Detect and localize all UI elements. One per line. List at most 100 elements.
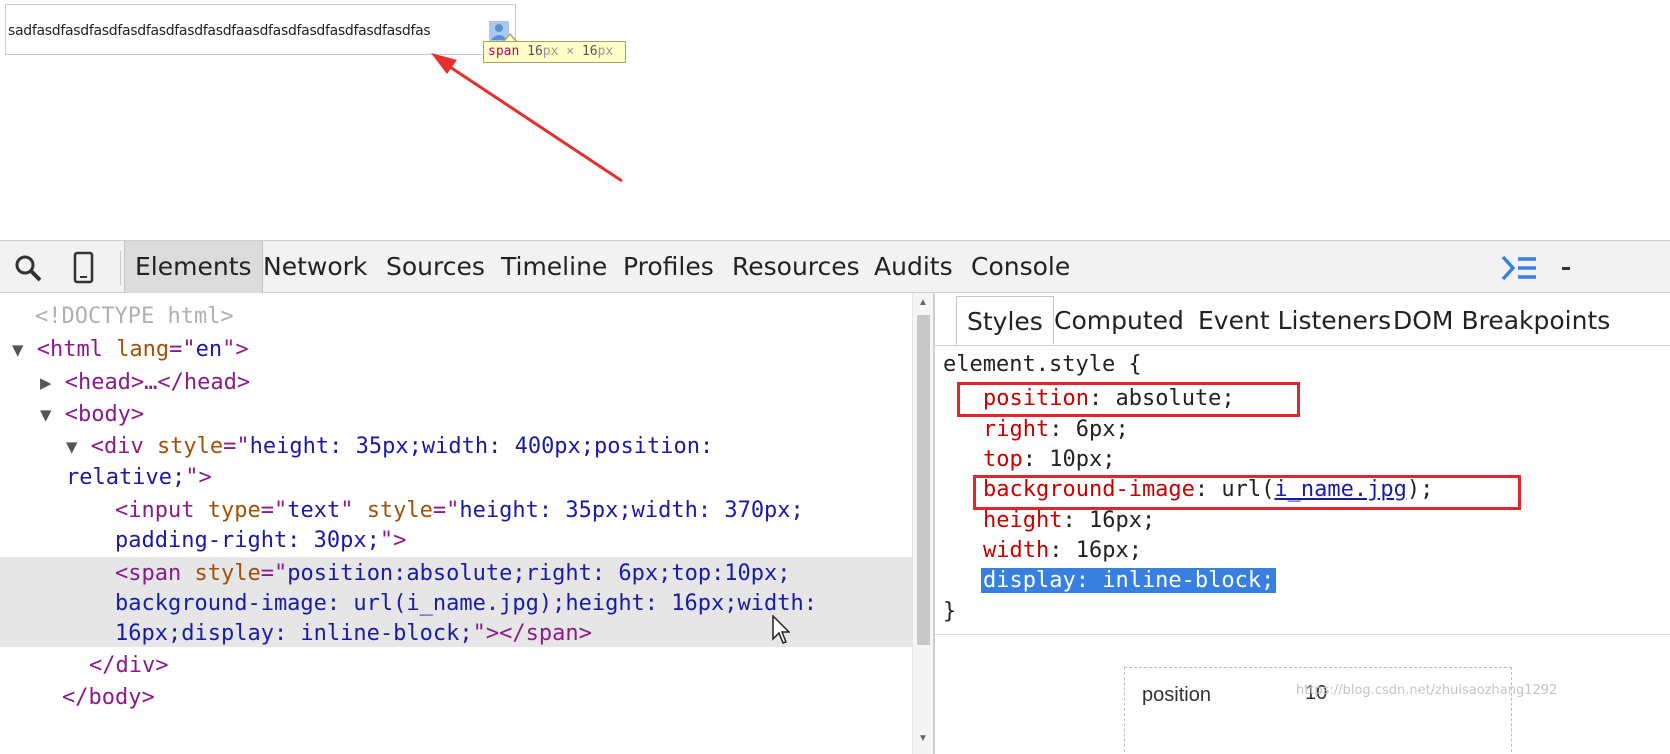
decl-height[interactable]: height: 16px; <box>983 506 1155 536</box>
dom-node-div[interactable]: ▼ <div style="height: 35px;width: 400px;… <box>66 432 713 462</box>
input-attr-style-value-1: height: 35px;width: 370px; <box>459 498 804 523</box>
decl-sep: : <box>1062 508 1089 533</box>
input-attr-eq-1: =" <box>260 498 288 523</box>
scroll-down-arrow-icon[interactable]: ▼ <box>918 733 928 744</box>
span-tag-end: "></span> <box>472 621 592 646</box>
decl-value: 10px; <box>1049 447 1116 472</box>
tab-sources[interactable]: Sources <box>386 241 485 293</box>
dom-tree-scrollbar[interactable]: ▲ ▼ <box>912 293 933 754</box>
decl-value: 6px; <box>1075 417 1129 442</box>
doctype-text: <!DOCTYPE html> <box>35 304 234 329</box>
head-tag: <head>…</head> <box>64 370 251 395</box>
decl-width[interactable]: width: 16px; <box>983 536 1142 566</box>
tab-computed[interactable]: Computed <box>1054 296 1184 345</box>
styles-section-divider <box>935 634 1670 635</box>
tab-elements[interactable]: Elements <box>124 241 263 293</box>
html-tag: <html <box>36 337 117 362</box>
dom-node-span-cont-1: background-image: url(i_name.jpg);height… <box>115 589 817 619</box>
expand-triangle-icon[interactable]: ▼ <box>40 404 51 426</box>
rule-selector[interactable]: element.style { <box>943 350 1142 380</box>
html-attr-value: en <box>195 337 223 362</box>
span-tag: <span <box>115 561 195 586</box>
input-attr-type: type <box>207 498 261 523</box>
tab-resources[interactable]: Resources <box>732 241 860 293</box>
dom-node-span-selected[interactable]: <span style="position:absolute;right: 6p… <box>115 559 791 589</box>
body-tag: <body> <box>64 402 145 427</box>
dom-node-div-close[interactable]: </div> <box>89 651 168 681</box>
tab-audits[interactable]: Audits <box>874 241 953 293</box>
decl-top[interactable]: top: 10px; <box>983 445 1115 475</box>
span-attr-value-1: position:absolute;right: 6px;top:10px; <box>287 561 791 586</box>
span-attr-value-2: background-image: url(i_name.jpg);height… <box>115 591 817 616</box>
tab-styles[interactable]: Styles <box>956 296 1054 345</box>
tab-timeline[interactable]: Timeline <box>501 241 607 293</box>
span-attr-value-3: 16px;display: inline-block; <box>115 621 473 646</box>
dom-node-head[interactable]: ▶ <head>…</head> <box>40 368 250 398</box>
selected-decl-text: display: inline-block; <box>981 568 1277 593</box>
html-attr-eq: =" <box>169 337 196 362</box>
input-attr-style-value-2: padding-right: 30px; <box>115 528 380 553</box>
decl-prop: height <box>983 508 1063 533</box>
devtools-toolbar: Elements Network Sources Timeline Profil… <box>0 240 1670 293</box>
decl-value: 16px; <box>1075 538 1142 563</box>
div-tag-end: "> <box>185 465 212 490</box>
rule-close-brace: } <box>943 599 957 624</box>
expand-triangle-icon[interactable]: ▼ <box>66 436 77 458</box>
devtools-panel: Elements Network Sources Timeline Profil… <box>0 240 1670 754</box>
html-tag-end: "> <box>222 337 249 362</box>
box-model-label: position <box>1142 684 1211 706</box>
annotation-box-position <box>957 382 1300 417</box>
input-attr-eq-2: =" <box>432 498 460 523</box>
tab-console[interactable]: Console <box>971 241 1070 293</box>
tab-event-listeners[interactable]: Event Listeners <box>1198 296 1391 345</box>
decl-prop: top <box>983 447 1023 472</box>
input-tag-end: "> <box>379 528 407 553</box>
div-tag: <div <box>90 434 157 459</box>
device-mode-icon[interactable] <box>68 251 100 285</box>
div-attr-value-1: height: 35px;width: 400px;position: <box>249 434 714 459</box>
box-model-diagram: position 10 <box>1124 667 1512 754</box>
tab-profiles[interactable]: Profiles <box>623 241 714 293</box>
annotation-box-background-image <box>973 475 1521 510</box>
div-attr-value-2: relative; <box>66 465 186 490</box>
decl-sep: : <box>1022 447 1050 472</box>
dom-node-input-cont: padding-right: 30px;"> <box>115 526 406 556</box>
decl-sep: : <box>1049 417 1076 442</box>
decl-display-selected[interactable]: display: inline-block; <box>981 566 1277 596</box>
input-tag: <input <box>115 498 208 523</box>
div-attr-name: style <box>156 434 224 459</box>
body-close-tag: </body> <box>62 685 155 710</box>
div-close-tag: </div> <box>89 653 169 678</box>
dom-node-body-close[interactable]: </body> <box>62 683 155 713</box>
scroll-up-arrow-icon[interactable]: ▲ <box>918 297 928 308</box>
span-attr-name: style <box>194 561 261 586</box>
collapse-triangle-icon[interactable]: ▶ <box>40 372 51 394</box>
input-attr-type-value: text <box>287 498 341 523</box>
search-icon[interactable] <box>12 251 44 285</box>
mouse-cursor-icon <box>772 615 790 644</box>
dom-node-body[interactable]: ▼ <body> <box>40 400 144 430</box>
dom-node-div-cont: relative;"> <box>66 463 212 493</box>
decl-value: 16px; <box>1088 508 1156 533</box>
tab-network[interactable]: Network <box>263 241 367 293</box>
div-attr-eq: =" <box>223 434 250 459</box>
dom-node-html[interactable]: ▼ <html lang="en"> <box>12 335 249 365</box>
dom-node-span-cont-2: 16px;display: inline-block;"></span> <box>115 619 592 649</box>
html-attr-name: lang <box>116 337 170 362</box>
expand-triangle-icon[interactable]: ▼ <box>12 339 23 361</box>
tab-dom-breakpoints[interactable]: DOM Breakpoints <box>1393 296 1610 345</box>
drawer-toggle-icon[interactable] <box>1500 251 1540 285</box>
dom-node-doctype[interactable]: <!DOCTYPE html> <box>35 302 234 332</box>
annotation-arrow <box>431 53 623 183</box>
decl-right[interactable]: right: 6px; <box>983 415 1129 445</box>
decl-prop: width <box>983 538 1050 563</box>
dock-icon[interactable] <box>1558 251 1570 285</box>
toolbar-separator <box>120 251 121 285</box>
scroll-thumb[interactable] <box>917 315 930 645</box>
decl-prop: right <box>983 417 1050 442</box>
dom-node-input[interactable]: <input type="text" style="height: 35px;w… <box>115 496 804 526</box>
input-attr-quote-1: " <box>340 498 367 523</box>
styles-sidebar-tabs: Styles Computed Event Listeners DOM Brea… <box>935 293 1670 346</box>
input-attr-style: style <box>366 498 433 523</box>
elements-dom-tree: <!DOCTYPE html> ▼ <html lang="en"> ▶ <he… <box>0 293 933 754</box>
